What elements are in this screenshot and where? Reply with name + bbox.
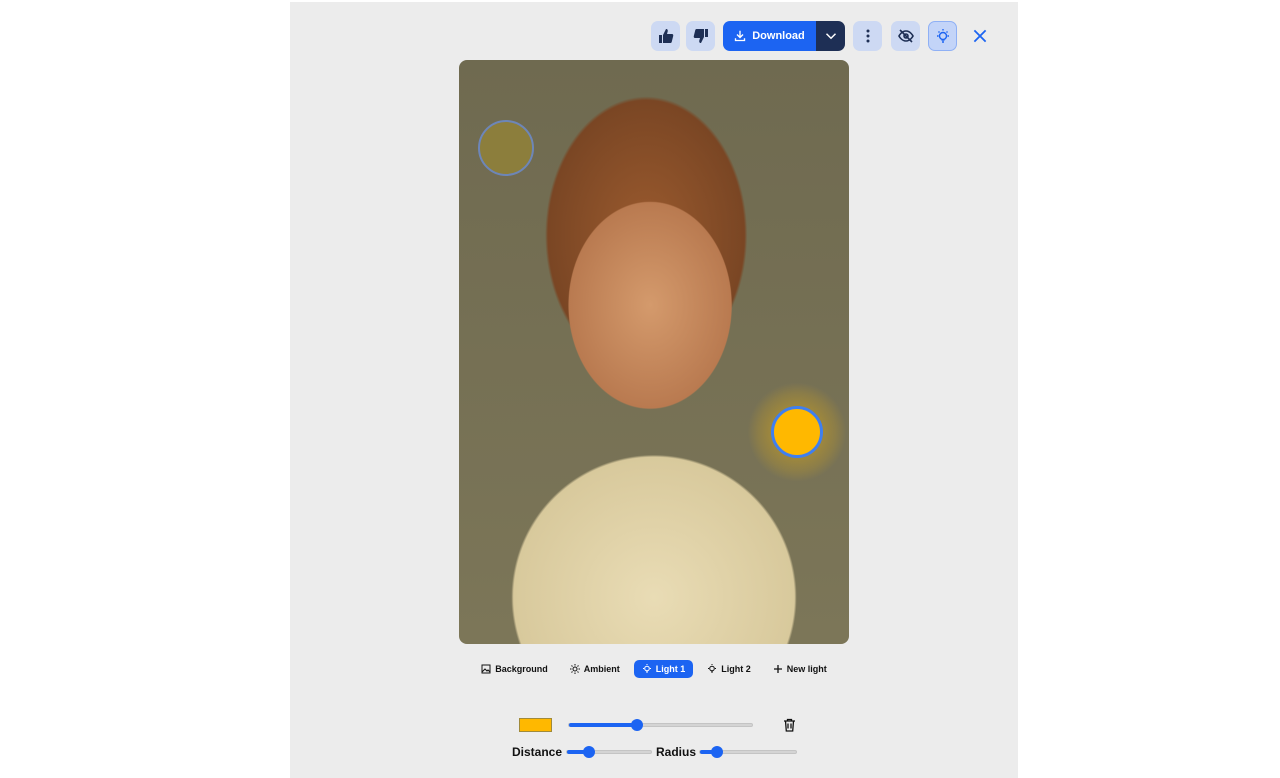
slider-thumb[interactable] [711,746,724,758]
radius-label: Radius [656,745,697,759]
portrait-image [459,60,849,644]
close-button[interactable] [971,27,989,45]
lighting-button[interactable] [928,21,957,51]
thumbs-down-button[interactable] [686,21,715,51]
image-icon [481,664,491,674]
thumbs-down-icon [693,29,708,43]
tab-new-light[interactable]: New light [765,660,835,678]
sun-icon [569,664,580,674]
tab-label: Light 1 [655,664,686,674]
eye-off-icon [897,29,914,43]
chevron-down-icon [825,33,836,40]
tab-label: Ambient [583,664,620,674]
more-vertical-icon [866,29,869,43]
editor-panel: Download Background Ambient Light 1 Ligh… [290,2,1018,778]
plus-icon [773,665,782,673]
distance-slider[interactable] [566,746,652,758]
delete-light-button[interactable] [783,718,796,737]
download-label: Download [752,30,805,42]
download-button[interactable]: Download [723,21,816,51]
download-options-button[interactable] [816,21,845,51]
trash-icon [784,718,795,732]
tab-light-1[interactable]: Light 1 [633,660,694,678]
light-tabs: Background Ambient Light 1 Light 2 New l… [290,660,1018,678]
bulb-icon [642,664,651,673]
intensity-slider[interactable] [568,719,753,731]
light-color-swatch[interactable] [519,718,552,732]
tab-light-2[interactable]: Light 2 [699,660,759,678]
tab-label: Light 2 [721,664,751,674]
thumbs-up-icon [658,29,673,43]
bulb-icon [708,664,717,673]
radius-slider[interactable] [699,746,797,758]
thumbs-up-button[interactable] [651,21,680,51]
bulb-icon [936,29,949,43]
tab-background[interactable]: Background [473,660,556,678]
tab-ambient[interactable]: Ambient [562,660,628,678]
tab-label: New light [786,664,827,674]
download-icon [735,30,746,42]
slider-thumb[interactable] [582,746,595,758]
download-split-button: Download [723,21,845,51]
slider-thumb[interactable] [630,719,643,731]
light-1-handle[interactable] [771,406,823,458]
hide-button[interactable] [891,21,920,51]
more-options-button[interactable] [853,21,882,51]
close-icon [973,29,987,43]
light-2-handle[interactable] [478,120,534,176]
tab-label: Background [495,664,548,674]
distance-label: Distance [512,745,563,759]
